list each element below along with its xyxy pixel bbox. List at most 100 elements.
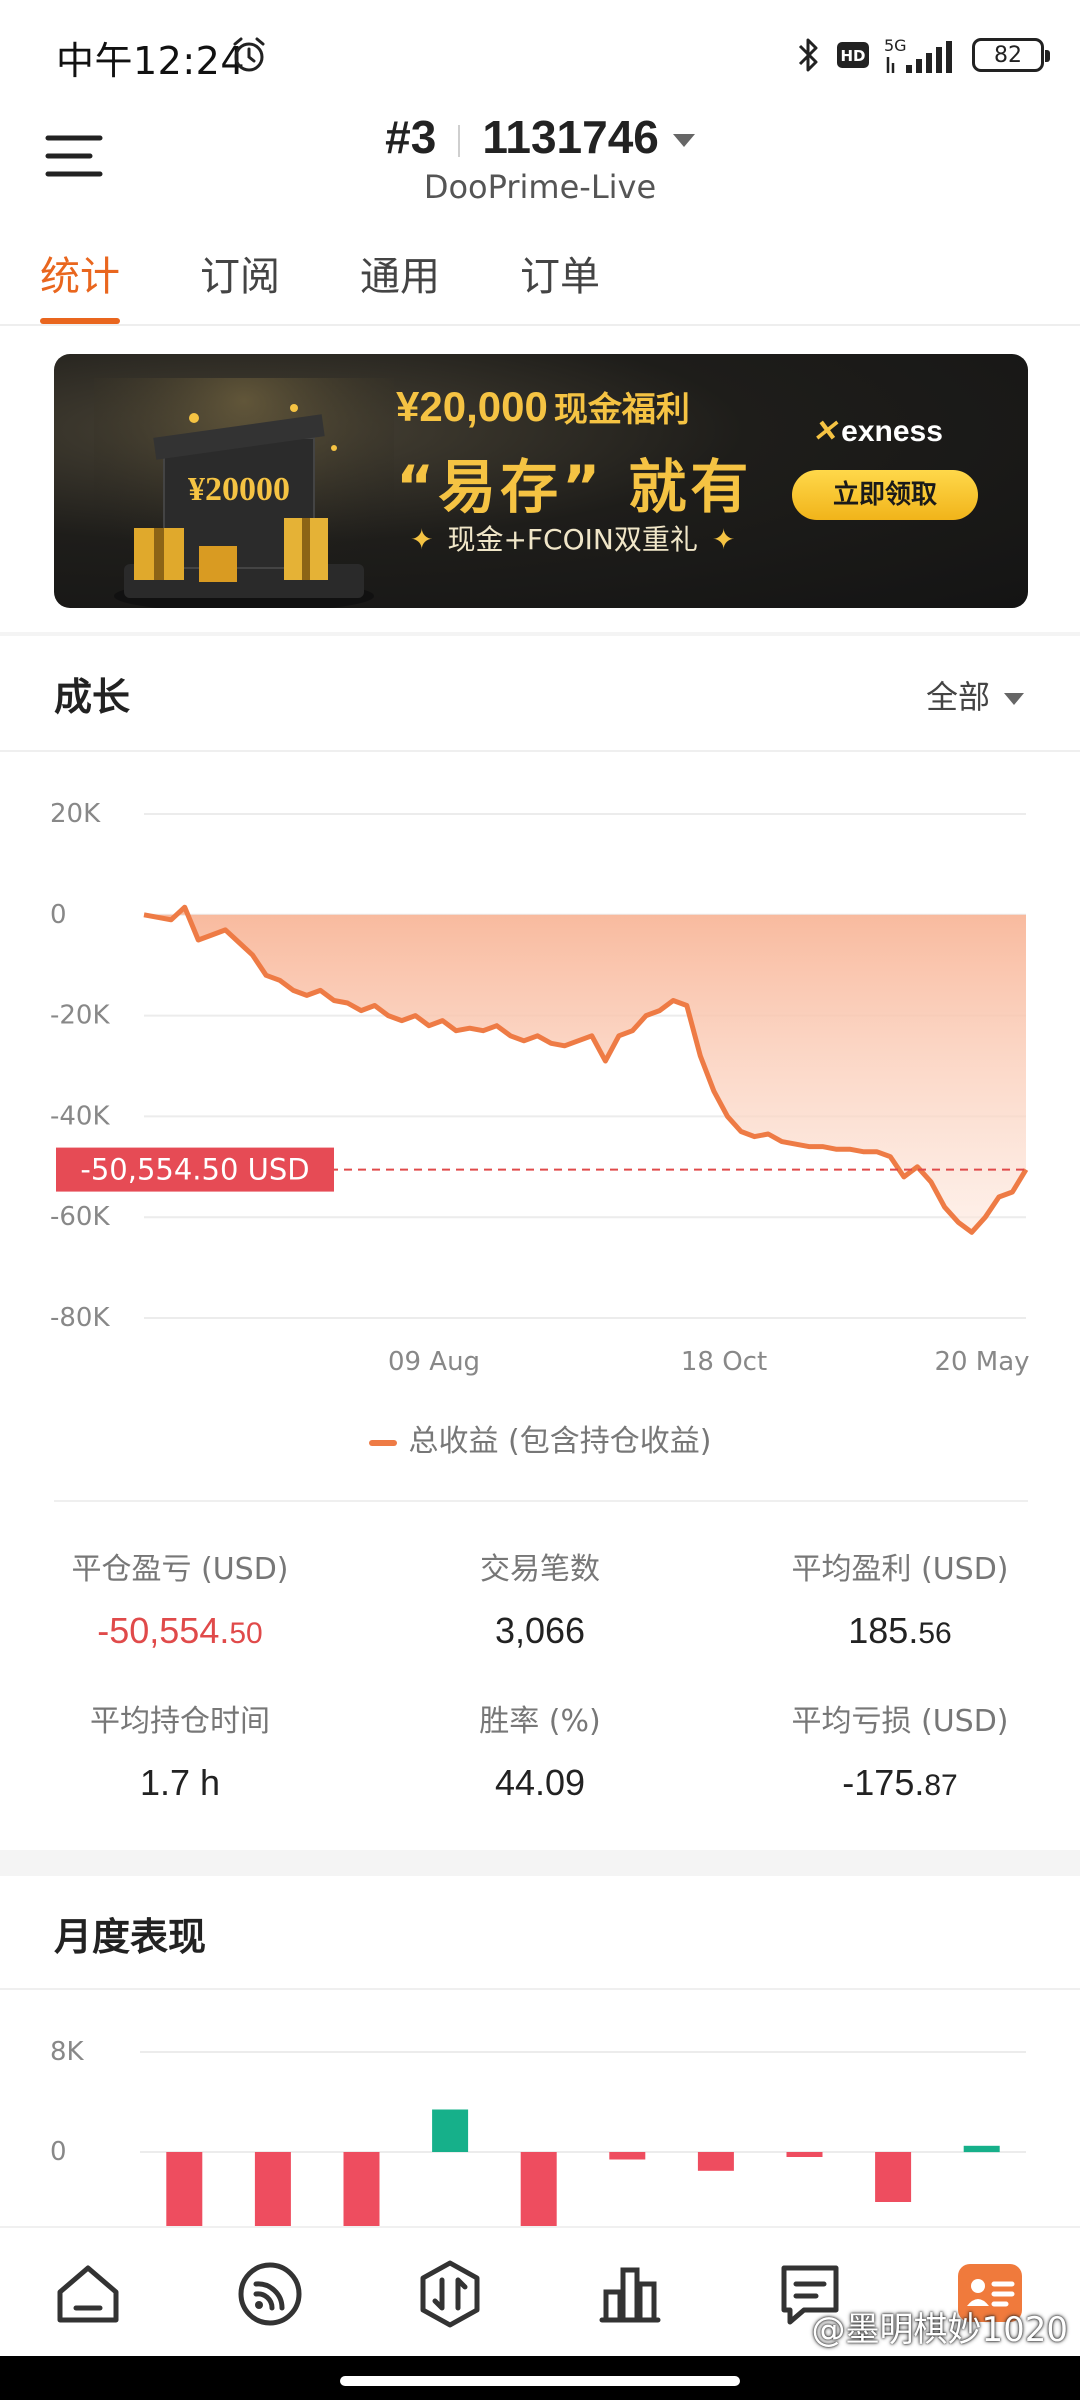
gift-box-image: ¥20000 xyxy=(94,378,394,608)
stat-label: 平均持仓时间 xyxy=(90,1704,270,1739)
chevron-down-icon xyxy=(1004,693,1024,705)
server-name: DooPrime-Live xyxy=(423,168,657,206)
x-tick-label: 20 May xyxy=(934,1347,1029,1377)
status-time: 中午12:24 xyxy=(56,39,246,83)
account-separator xyxy=(458,124,461,157)
exness-logo-icon: ✕ xyxy=(812,415,838,448)
svg-text:¥20000: ¥20000 xyxy=(188,471,290,508)
watermark: @墨明棋妙1020 xyxy=(811,2310,1068,2350)
monthly-bar[interactable] xyxy=(254,2152,291,2230)
y-tick-label: -80K xyxy=(50,1303,110,1333)
system-nav-bar xyxy=(0,2356,1080,2400)
stats-divider xyxy=(54,1500,1028,1502)
tab-bar: 统计 订阅 通用 订单 xyxy=(0,236,1080,326)
banner-slogan: “易存” 就有 xyxy=(396,453,753,521)
svg-text:5G: 5G xyxy=(884,36,907,55)
banner-brand: ✕ exness xyxy=(812,414,943,449)
stat-avg-hold: 平均持仓时间 1.7 h xyxy=(30,1696,330,1804)
promo-banner[interactable]: ¥20000 ¥20,000 现金福利 “易存” 就有 ✦ 现金+FCOIN双重礼 ✦… xyxy=(54,354,1028,608)
stat-label: 平均亏损 (USD) xyxy=(791,1704,1009,1739)
stat-value: 1.7 h xyxy=(139,1762,221,1803)
y-tick-label: -60K xyxy=(50,1202,110,1232)
stat-value-int: -50,554. xyxy=(97,1610,230,1651)
hd-icon: HD xyxy=(837,42,869,68)
growth-legend: 总收益 (包含持仓收益) xyxy=(0,1416,1080,1460)
y-tick-label: 0 xyxy=(50,900,67,930)
stat-value: 44.09 xyxy=(494,1762,586,1803)
stat-value: 3,066 xyxy=(494,1610,586,1651)
home-indicator[interactable] xyxy=(340,2376,740,2386)
stat-label: 胜率 (%) xyxy=(479,1704,601,1739)
tab-subscribe[interactable]: 订阅 xyxy=(200,244,280,302)
stat-avg-profit: 平均盈利 (USD) 185.56 xyxy=(750,1544,1050,1652)
y-tick-label: -20K xyxy=(50,1001,110,1031)
bluetooth-icon xyxy=(798,38,818,72)
stat-value-dec: 87 xyxy=(924,1769,958,1802)
banner-subtitle: ✦ 现金+FCOIN双重礼 ✦ xyxy=(396,518,749,558)
y-tick-label: 0 xyxy=(50,2137,67,2167)
monthly-bar[interactable] xyxy=(609,2152,646,2160)
app-header: #3 1131746 DooPrime-Live xyxy=(0,110,1080,220)
y-tick-label: -40K xyxy=(50,1101,110,1131)
banner-amount: ¥20,000 现金福利 xyxy=(396,382,690,431)
current-value-label: -50,554.50 USD xyxy=(80,1153,309,1187)
account-selector[interactable]: #3 1131746 xyxy=(0,110,1080,164)
legend-swatch xyxy=(368,1439,397,1446)
claim-button[interactable]: 立即领取 xyxy=(792,470,978,520)
banner-amount-value: ¥20,000 xyxy=(396,383,548,430)
monthly-bar[interactable] xyxy=(963,2145,1000,2153)
x-tick-label: 18 Oct xyxy=(681,1347,767,1377)
stat-value-int: -175. xyxy=(842,1762,925,1803)
tab-orders[interactable]: 订单 xyxy=(520,244,600,302)
battery-level: 82 xyxy=(994,42,1022,68)
period-filter-label: 全部 xyxy=(925,678,990,716)
monthly-header-divider xyxy=(0,1988,1080,1990)
stat-label: 平均盈利 (USD) xyxy=(791,1552,1009,1587)
signals-icon[interactable] xyxy=(234,2258,306,2330)
monthly-bar[interactable] xyxy=(875,2152,912,2202)
sparkle-icon: ✦ xyxy=(410,523,434,556)
stat-closed-pl: 平仓盈亏 (USD) -50,554.50 xyxy=(30,1544,330,1652)
period-filter[interactable]: 全部 xyxy=(926,672,1024,718)
monthly-title: 月度表现 xyxy=(54,1915,207,1959)
stat-avg-loss: 平均亏损 (USD) -175.87 xyxy=(750,1696,1050,1804)
section-divider xyxy=(0,632,1080,636)
tab-general[interactable]: 通用 xyxy=(360,244,440,302)
stat-label: 交易笔数 xyxy=(480,1552,600,1587)
banner-amount-suffix: 现金福利 xyxy=(553,391,690,429)
status-icons: HD 5G 82 xyxy=(796,32,1050,78)
monthly-bar[interactable] xyxy=(343,2152,380,2230)
monthly-bar[interactable] xyxy=(520,2152,557,2230)
stat-label: 平仓盈亏 (USD) xyxy=(71,1552,289,1587)
monthly-bar[interactable] xyxy=(786,2152,823,2157)
account-number: 1131746 xyxy=(482,111,659,163)
stat-value: -175.87 xyxy=(750,1762,1050,1804)
banner-brand-text: exness xyxy=(841,415,943,448)
status-bar: 中午12:24 HD 5G 82 xyxy=(0,0,1080,110)
stat-value-dec: 50 xyxy=(229,1617,263,1650)
stat-trades: 交易笔数 3,066 xyxy=(390,1544,690,1652)
monthly-bar[interactable] xyxy=(697,2152,734,2171)
account-index: #3 xyxy=(385,111,437,163)
chevron-down-icon xyxy=(672,134,695,148)
y-tick-label: 20K xyxy=(50,799,101,829)
banner-subtitle-text: 现金+FCOIN双重礼 xyxy=(447,523,698,556)
home-icon[interactable] xyxy=(52,2258,124,2330)
alarm-icon xyxy=(233,37,265,72)
tab-stats[interactable]: 统计 xyxy=(40,244,120,302)
x-tick-label: 09 Aug xyxy=(388,1347,480,1377)
y-tick-label: 8K xyxy=(50,2037,85,2067)
growth-header-divider xyxy=(0,750,1080,752)
monthly-bar[interactable] xyxy=(166,2152,203,2230)
stat-win-rate: 胜率 (%) 44.09 xyxy=(390,1696,690,1804)
signal-5g-icon: 5G xyxy=(884,36,952,73)
stat-value: 185.56 xyxy=(750,1610,1050,1652)
stat-value: -50,554.50 xyxy=(30,1610,330,1652)
chart-stats-icon[interactable] xyxy=(594,2258,666,2330)
trade-icon[interactable] xyxy=(414,2258,486,2330)
monthly-bar[interactable] xyxy=(432,2109,469,2153)
svg-text:HD: HD xyxy=(840,47,865,65)
section-divider xyxy=(0,1850,1080,1876)
monthly-chart: 8K 0 xyxy=(50,2037,1026,2230)
tab-active-indicator xyxy=(40,318,120,324)
